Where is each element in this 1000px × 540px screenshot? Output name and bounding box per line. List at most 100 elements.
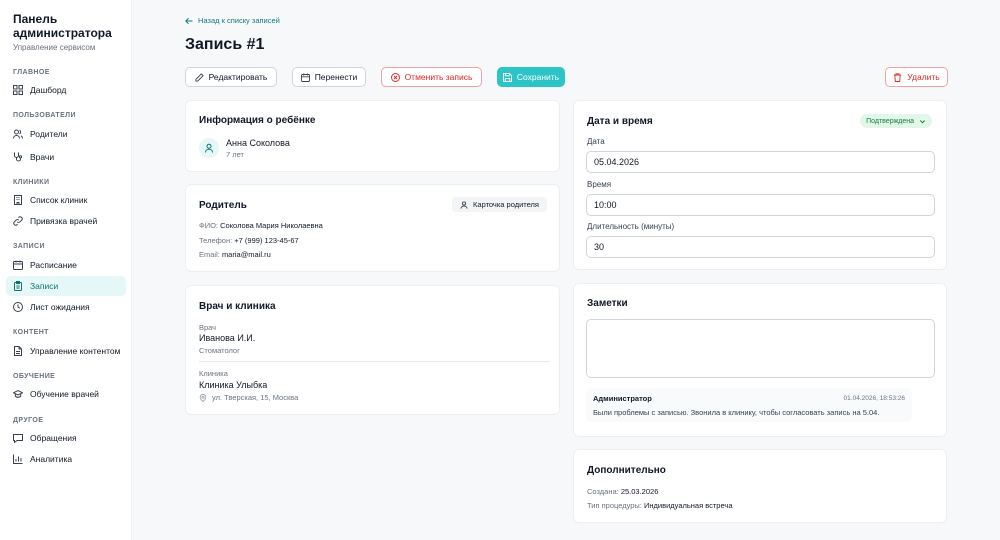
parent-card-button[interactable]: Карточка родителя <box>452 197 547 212</box>
sidebar-item-label: Врачи <box>30 152 55 162</box>
sidebar-item-doctor-training[interactable]: Обучение врачей <box>6 384 126 404</box>
sidebar-item-label: Обучение врачей <box>30 389 99 399</box>
link-icon <box>13 216 23 226</box>
child-age: 7 лет <box>226 150 244 159</box>
duration-label: Длительность (минуты) <box>587 222 675 231</box>
sidebar-item-requests[interactable]: Обращения <box>6 428 126 448</box>
chevron-down-icon <box>919 119 926 123</box>
save-button[interactable]: Сохранить <box>497 67 565 87</box>
sidebar-item-clinic-list[interactable]: Список клиник <box>6 190 126 210</box>
trash-icon <box>894 72 902 82</box>
clipboard-icon <box>14 281 22 291</box>
brand-title: Панель администратора <box>13 12 112 40</box>
time-field[interactable]: 10:00 <box>586 194 935 216</box>
status-label: Подтверждена <box>866 117 914 125</box>
sidebar-item-label: Обращения <box>30 433 77 443</box>
datetime-card: Дата и время Подтверждена Дата 05.04.202… <box>573 100 947 270</box>
cancel-appointment-button-label: Отменить запись <box>404 72 473 82</box>
notes-title: Заметки <box>587 298 628 309</box>
created-label: Создана: <box>587 487 619 496</box>
parent-email-value: maria@mail.ru <box>221 250 271 259</box>
delete-button[interactable]: Удалить <box>885 67 948 87</box>
brand-subtitle: Управление сервисом <box>13 43 96 52</box>
section-main: ГЛАВНОЕ <box>13 69 50 76</box>
sidebar-item-label: Список клиник <box>30 195 88 205</box>
sidebar-item-label: Управление контентом <box>30 346 121 356</box>
edit-button[interactable]: Редактировать <box>185 67 277 87</box>
document-icon <box>14 346 22 356</box>
status-badge[interactable]: Подтверждена <box>860 114 932 128</box>
sidebar: Панель администратора Управление сервисо… <box>0 0 132 540</box>
delete-button-label: Удалить <box>907 72 940 82</box>
clinic-address: ул. Тверская, 15, Москва <box>212 393 299 402</box>
user-icon <box>460 200 468 209</box>
parent-phone-label: Телефон: <box>199 236 233 245</box>
sidebar-item-label: Дашборд <box>30 85 67 95</box>
parent-title: Родитель <box>199 200 247 211</box>
stethoscope-icon <box>14 152 23 162</box>
sidebar-item-label: Привязка врачей <box>30 216 98 226</box>
notes-textarea[interactable] <box>586 319 935 378</box>
map-pin-icon <box>199 393 207 402</box>
move-button[interactable]: Перенести <box>292 67 366 87</box>
child-name: Анна Соколова <box>226 138 290 148</box>
date-label: Дата <box>587 137 605 146</box>
back-link[interactable]: Назад к списку записей <box>185 16 280 25</box>
sidebar-item-content-management[interactable]: Управление контентом <box>6 341 126 361</box>
clinic-label: Клиника <box>199 369 228 378</box>
brand: Панель администратора Управление сервисо… <box>13 12 128 52</box>
calendar-icon <box>13 260 23 270</box>
sidebar-item-waitlist[interactable]: Лист ожидания <box>6 297 126 317</box>
clinic-address-row: ул. Тверская, 15, Москва <box>199 393 298 402</box>
users-icon <box>13 129 23 139</box>
doctor-label: Врач <box>199 323 217 332</box>
move-button-label: Перенести <box>314 72 358 82</box>
sidebar-item-label: Лист ожидания <box>30 302 90 312</box>
sidebar-item-appointments[interactable]: Записи <box>6 276 126 296</box>
sidebar-item-schedule[interactable]: Расписание <box>6 255 126 275</box>
back-link-label: Назад к списку записей <box>198 16 280 25</box>
doctor-clinic-card: Врач и клиника Врач Иванова И.И. Стомато… <box>185 285 560 415</box>
procedure-type-value: Индивидуальная встреча <box>644 501 733 510</box>
extra-card: Дополнительно Создана: 25.03.2026 Тип пр… <box>573 449 947 523</box>
avatar <box>199 138 219 158</box>
edit-button-label: Редактировать <box>208 72 268 82</box>
duration-field[interactable]: 30 <box>586 236 935 258</box>
save-icon <box>502 72 512 82</box>
section-users: ПОЛЬЗОВАТЕЛИ <box>13 112 76 119</box>
time-label: Время <box>587 180 612 189</box>
clock-icon <box>13 302 23 312</box>
divider <box>199 361 549 362</box>
parent-card: Родитель Карточка родителя ФИО: Соколова… <box>185 184 560 272</box>
clinic-name: Клиника Улыбка <box>199 380 268 390</box>
procedure-type-row: Тип процедуры: Индивидуальная встреча <box>587 501 732 510</box>
procedure-type-label: Тип процедуры: <box>587 501 642 510</box>
parent-name-label: ФИО: <box>199 221 219 230</box>
parent-card-button-label: Карточка родителя <box>473 200 539 209</box>
pencil-icon <box>195 72 204 82</box>
doctor-clinic-title: Врач и клиника <box>199 301 276 312</box>
notes-card: Заметки Администратор 01.04.2026, 18:53:… <box>573 283 947 437</box>
note-item: Администратор 01.04.2026, 18:53:26 Были … <box>586 388 912 422</box>
sidebar-item-doctors[interactable]: Врачи <box>6 147 126 167</box>
arrow-left-icon <box>185 17 193 24</box>
sidebar-item-parents[interactable]: Родители <box>6 124 126 144</box>
sidebar-item-label: Расписание <box>30 260 77 270</box>
section-other: ДРУГОЕ <box>13 417 44 424</box>
parent-email-label: Email: <box>199 250 220 259</box>
cancel-circle-icon <box>390 72 400 82</box>
child-info-title: Информация о ребёнке <box>199 115 316 126</box>
parent-email-row: Email: maria@mail.ru <box>199 250 271 259</box>
sidebar-item-doctor-binding[interactable]: Привязка врачей <box>6 211 126 231</box>
cancel-appointment-button[interactable]: Отменить запись <box>381 67 482 87</box>
section-content: КОНТЕНТ <box>13 329 49 336</box>
parent-phone-row: Телефон: +7 (999) 123-45-67 <box>199 236 299 245</box>
sidebar-item-dashboard[interactable]: Дашборд <box>6 80 126 100</box>
sidebar-item-label: Записи <box>30 281 59 291</box>
sidebar-item-analytics[interactable]: Аналитика <box>6 449 126 469</box>
date-field[interactable]: 05.04.2026 <box>586 151 935 173</box>
extra-title: Дополнительно <box>587 465 666 476</box>
message-icon <box>13 434 23 443</box>
section-clinics: КЛИНИКИ <box>13 179 50 186</box>
created-value: 25.03.2026 <box>620 487 659 496</box>
